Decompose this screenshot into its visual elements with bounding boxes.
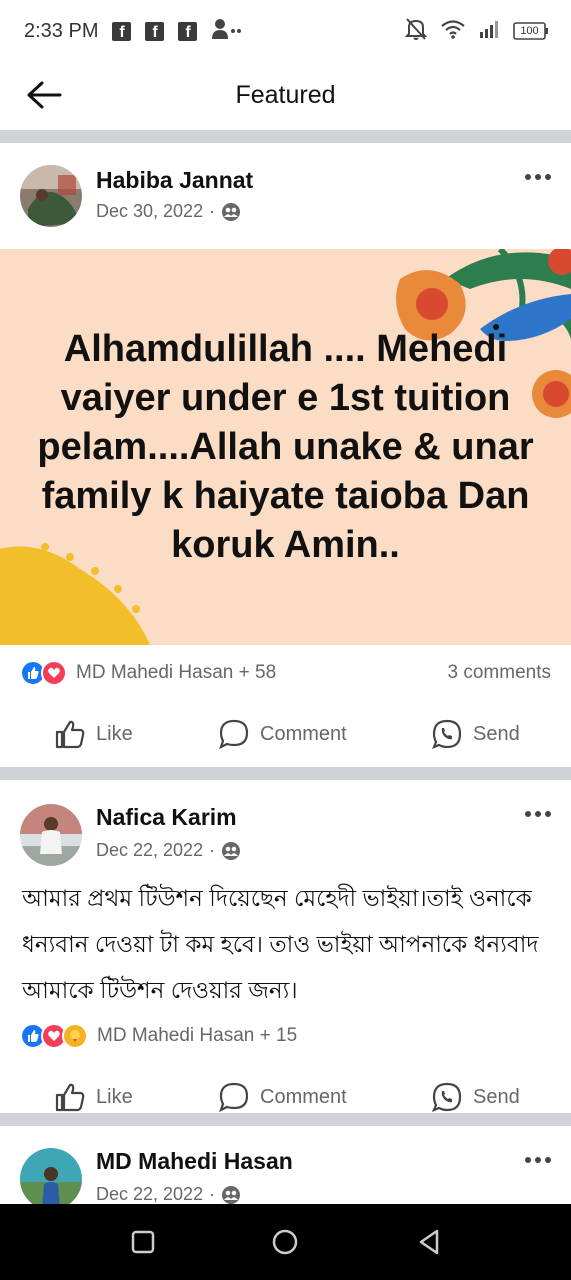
friends-icon (222, 1185, 241, 1204)
post-meta: Dec 22, 2022 · (96, 1184, 241, 1204)
square-icon (131, 1230, 155, 1254)
wifi-icon (441, 19, 465, 44)
send-label: Send (473, 1085, 520, 1108)
circle-icon (272, 1229, 298, 1255)
app-header: Featured (0, 62, 571, 128)
avatar[interactable] (20, 165, 82, 227)
reactions-summary[interactable]: MD Mahedi Hasan + 58 3 comments (0, 647, 571, 699)
comment-label: Comment (260, 1085, 347, 1108)
more-options-button[interactable] (523, 1152, 553, 1168)
post-date[interactable]: Dec 30, 2022 (96, 201, 203, 222)
page-title: Featured (235, 80, 336, 109)
home-button[interactable] (269, 1226, 301, 1258)
back-arrow-icon (27, 81, 62, 109)
avatar[interactable] (20, 1148, 82, 1204)
love-reaction-icon (41, 660, 67, 686)
whatsapp-icon (432, 1082, 462, 1112)
battery-icon: 100 (513, 22, 549, 40)
send-button[interactable]: Send (431, 1081, 520, 1113)
meta-separator: · (209, 1184, 216, 1204)
mute-icon (404, 17, 428, 46)
comments-count[interactable]: 3 comments (448, 662, 551, 684)
facebook-icon: f (145, 21, 165, 41)
divider (0, 767, 571, 780)
comment-button[interactable]: Comment (218, 718, 347, 750)
send-label: Send (473, 722, 520, 745)
post-author[interactable]: MD Mahedi Hasan (96, 1148, 293, 1175)
divider (0, 130, 571, 143)
like-button[interactable]: Like (54, 718, 133, 750)
avatar[interactable] (20, 804, 82, 866)
post-date[interactable]: Dec 22, 2022 (96, 1184, 203, 1204)
reaction-names[interactable]: MD Mahedi Hasan + 15 (97, 1025, 297, 1047)
divider (0, 1113, 571, 1126)
facebook-icon: f (178, 21, 198, 41)
status-time: 2:33 PM (24, 19, 99, 42)
battery-level: 100 (520, 25, 539, 37)
comment-label: Comment (260, 722, 347, 745)
post-meta: Dec 22, 2022 · (96, 840, 241, 861)
more-options-button[interactable] (523, 806, 553, 822)
system-back-button[interactable] (413, 1226, 445, 1258)
comment-bubble-icon (219, 719, 249, 750)
friends-icon (222, 202, 241, 221)
post-card: Habiba Jannat Dec 30, 2022 · Alhamdulill… (0, 143, 571, 767)
recent-apps-button[interactable] (127, 1226, 159, 1258)
meta-separator: · (209, 840, 216, 860)
like-label: Like (96, 722, 133, 745)
post-text: আমার প্রথম টিউশন দিয়েছেন মেহেদী ভাইয়া।… (22, 885, 539, 1003)
friends-icon (222, 841, 241, 860)
post-card: Nafica Karim Dec 22, 2022 · আমার প্রথম ট… (0, 780, 571, 1113)
post-author[interactable]: Nafica Karim (96, 804, 237, 831)
thumbs-up-icon (55, 1083, 85, 1112)
system-navigation-bar (0, 1204, 571, 1280)
post-card: MD Mahedi Hasan Dec 22, 2022 · (0, 1126, 571, 1204)
post-date[interactable]: Dec 22, 2022 (96, 840, 203, 861)
thumbs-up-icon (55, 720, 85, 749)
add-friend-icon (211, 18, 242, 45)
care-reaction-icon (62, 1023, 88, 1049)
post-background-card: Alhamdulillah .... Mehedi vaiyer under e… (0, 249, 571, 645)
comment-button[interactable]: Comment (218, 1081, 347, 1113)
post-meta: Dec 30, 2022 · (96, 201, 241, 222)
like-label: Like (96, 1085, 133, 1108)
comment-bubble-icon (219, 1082, 249, 1113)
reaction-names[interactable]: MD Mahedi Hasan + 58 (76, 662, 276, 684)
triangle-back-icon (419, 1229, 439, 1255)
post-actions: Like Comment Send (0, 699, 571, 769)
more-options-button[interactable] (523, 169, 553, 185)
meta-separator: · (209, 201, 216, 221)
status-bar: 2:33 PM f f f 100 (0, 0, 571, 62)
post-author[interactable]: Habiba Jannat (96, 167, 253, 194)
whatsapp-icon (432, 719, 462, 749)
signal-icon (479, 20, 499, 43)
back-button[interactable] (24, 78, 64, 112)
send-button[interactable]: Send (431, 718, 520, 750)
like-button[interactable]: Like (54, 1081, 133, 1113)
reactions-summary[interactable]: MD Mahedi Hasan + 15 (0, 1013, 571, 1059)
post-text: Alhamdulillah .... Mehedi vaiyer under e… (37, 327, 534, 566)
facebook-icon: f (112, 21, 132, 41)
